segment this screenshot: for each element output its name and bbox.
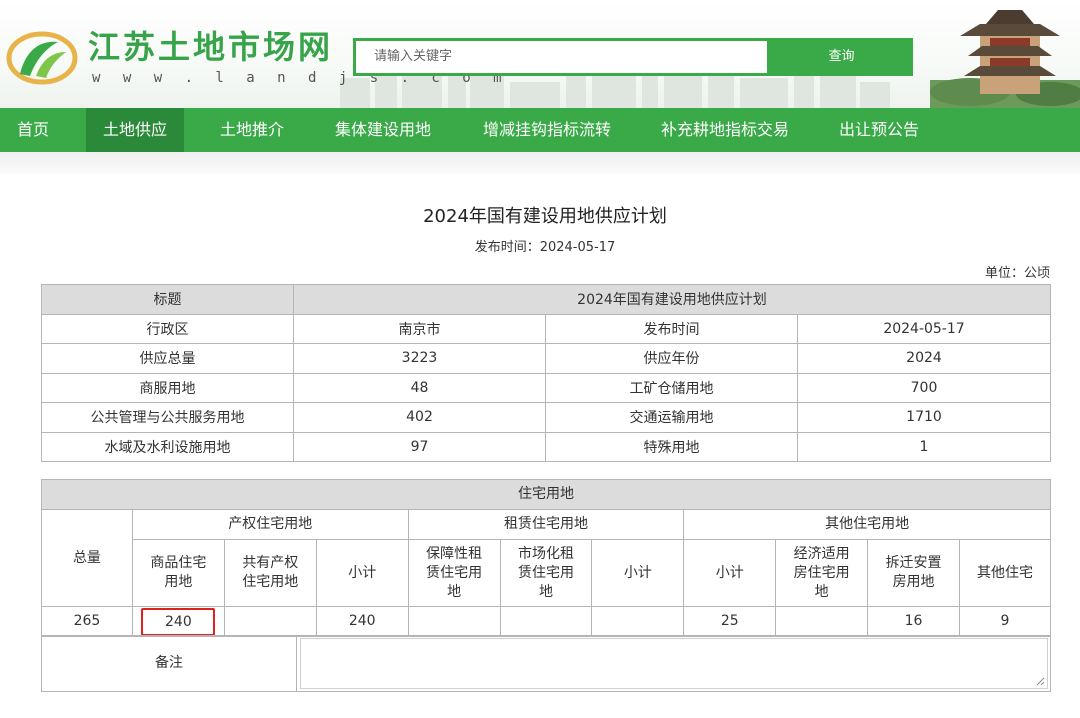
publish-info: 发布时间：2024-05-17 [0,236,1080,255]
col-other: 其他住宅 [959,539,1051,607]
supply-info-table: 标题 2024年国有建设用地供应计划 行政区 南京市 发布时间 2024-05-… [41,284,1051,462]
title-value-cell: 2024年国有建设用地供应计划 [293,284,1051,315]
title-label-cell: 标题 [41,284,294,315]
cell-label: 特殊用地 [545,431,798,462]
highlighted-value: 240 [141,607,216,636]
nav-item-land-supply[interactable]: 土地供应 [86,108,184,152]
unit-label: 单位：公顷 [984,266,1050,281]
nav-item-home[interactable]: 首页 [0,108,66,152]
main-nav: 首页 土地供应 土地推介 集体建设用地 增减挂钩指标流转 补充耕地指标交易 出让… [0,108,1080,152]
site-header: 江苏土地市场网 w w w . l a n d j s . c o m 请输入关… [0,0,1080,108]
col-relocation: 拆迁安置房用地 [867,539,961,607]
cell-value: 南京市 [293,313,546,344]
group-other: 其他住宅用地 [683,509,1051,540]
table-row: 公共管理与公共服务用地 402 交通运输用地 1710 [41,402,1051,433]
col-market-rent: 市场化租赁住宅用地 [499,539,593,607]
value-market-rent [499,606,593,637]
value-subtotal-1: 240 [315,606,409,637]
cell-value: 700 [797,372,1051,403]
site-name[interactable]: 江苏土地市场网 [88,28,333,66]
nav-item-farmland-trade[interactable]: 补充耕地指标交易 [646,108,804,152]
cell-value: 3223 [293,343,546,374]
table-row: 水域及水利设施用地 97 特殊用地 1 [41,431,1051,462]
pavilion-tower-graphic [930,10,1080,108]
group-property-rights: 产权住宅用地 [131,509,409,540]
cell-label: 供应年份 [545,343,798,374]
table-row: 商品住宅用地 共有产权住宅用地 小计 保障性租赁住宅用地 市场化租赁住宅用地 小… [42,539,1051,607]
cell-label: 水域及水利设施用地 [41,431,294,462]
nav-item-quota-transfer[interactable]: 增减挂钩指标流转 [468,108,626,152]
total-label: 总量 [41,509,133,607]
cell-label: 行政区 [41,313,294,344]
value-economic [775,606,869,637]
remark-textarea[interactable] [300,638,1048,689]
col-subtotal-1: 小计 [315,539,409,607]
table-row: 行政区 南京市 发布时间 2024-05-17 [41,313,1051,344]
cell-label: 供应总量 [41,343,294,374]
value-shared [223,606,317,637]
cell-value: 2024 [797,343,1051,374]
cell-value: 1 [797,431,1051,462]
table-row: 总量 产权住宅用地 租赁住宅用地 其他住宅用地 [41,509,1051,607]
cell-label: 工矿仓储用地 [545,372,798,403]
residential-title: 住宅用地 [41,479,1051,510]
value-subtotal-2 [591,606,685,637]
col-economic: 经济适用房住宅用地 [775,539,869,607]
table-row: 标题 2024年国有建设用地供应计划 [41,284,1051,315]
col-subtotal-3: 小计 [683,539,777,607]
col-affordable-rent: 保障性租赁住宅用地 [407,539,501,607]
cell-value: 97 [293,431,546,462]
search-input[interactable]: 请输入关键字 [353,38,770,76]
group-rental: 租赁住宅用地 [407,509,685,540]
site-logo-icon [6,31,78,85]
remark-row: 备注 [41,635,1051,692]
residential-land-table: 住宅用地 总量 产权住宅用地 租赁住宅用地 其他住宅用地 商品住宅用地 共有产权… [41,479,1051,637]
cell-label: 发布时间 [545,313,798,344]
value-relocation: 16 [867,606,961,637]
col-commodity: 商品住宅用地 [131,539,225,607]
col-shared: 共有产权住宅用地 [223,539,317,607]
cell-label: 商服用地 [41,372,294,403]
cell-label: 交通运输用地 [545,402,798,433]
nav-item-land-promotion[interactable]: 土地推介 [204,108,300,152]
cell-label: 公共管理与公共服务用地 [41,402,294,433]
value-total: 265 [41,606,133,637]
remark-label: 备注 [42,636,297,691]
col-subtotal-2: 小计 [591,539,685,607]
page-title: 2024年国有建设用地供应计划 [423,206,667,227]
nav-item-pre-announcement[interactable]: 出让预公告 [824,108,934,152]
cell-value: 1710 [797,402,1051,433]
cell-value: 402 [293,402,546,433]
nav-item-collective-land[interactable]: 集体建设用地 [320,108,446,152]
cell-value: 2024-05-17 [797,313,1051,344]
value-subtotal-3: 25 [683,606,777,637]
publish-label: 发布时间： [474,240,540,255]
cell-value: 48 [293,372,546,403]
publish-date: 2024-05-17 [539,240,616,255]
table-row: 商服用地 48 工矿仓储用地 700 [41,372,1051,403]
table-row: 住宅用地 [41,479,1051,510]
value-other: 9 [959,606,1051,637]
table-row: 供应总量 3223 供应年份 2024 [41,343,1051,374]
table-row: 265 240 240 25 16 9 [41,606,1051,637]
value-commodity-cell: 240 [131,606,225,637]
value-affordable-rent [407,606,501,637]
search-button[interactable]: 查询 [770,38,913,76]
header-divider [0,152,1080,174]
resize-handle-icon[interactable] [1036,677,1045,686]
